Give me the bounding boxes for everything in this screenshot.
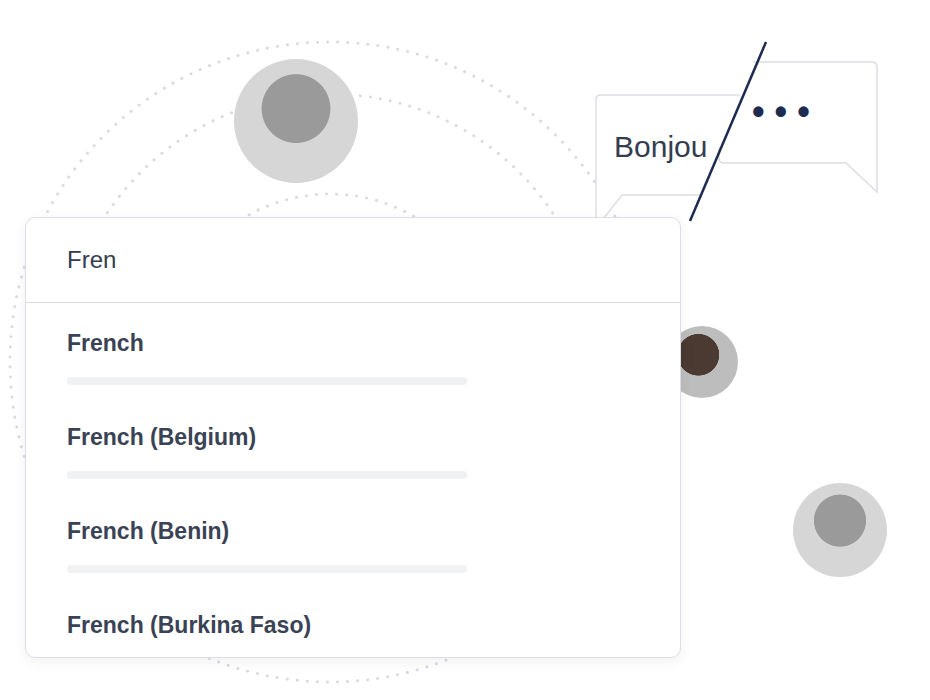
language-illustration: Bonjou• • •FrenFrenchFrench (Belgium)Fre… [0,0,930,700]
greeting-text: Bonjou [614,129,707,165]
option-label: French (Benin) [67,517,639,545]
avatar [793,483,887,577]
option-label: French [67,329,639,357]
typing-bubble [719,62,877,192]
language-option[interactable]: French (Benin) [67,517,639,611]
option-label: French (Burkina Faso) [67,611,639,639]
language-option[interactable]: French [67,329,639,423]
option-label: French (Belgium) [67,423,639,451]
option-placeholder-bar [67,377,467,385]
language-option[interactable]: French (Belgium) [67,423,639,517]
language-option[interactable]: French (Burkina Faso) [67,611,639,643]
avatar [234,59,358,183]
option-placeholder-bar [67,471,467,479]
typing-indicator: • • • [752,92,810,132]
option-list: French French (Belgium) French (Benin) Fren… [26,303,680,657]
option-placeholder-bar [67,565,467,573]
language-dropdown: Fren French French (Belgium) French (Benin)… [25,217,681,658]
search-field[interactable]: Fren [26,218,680,303]
